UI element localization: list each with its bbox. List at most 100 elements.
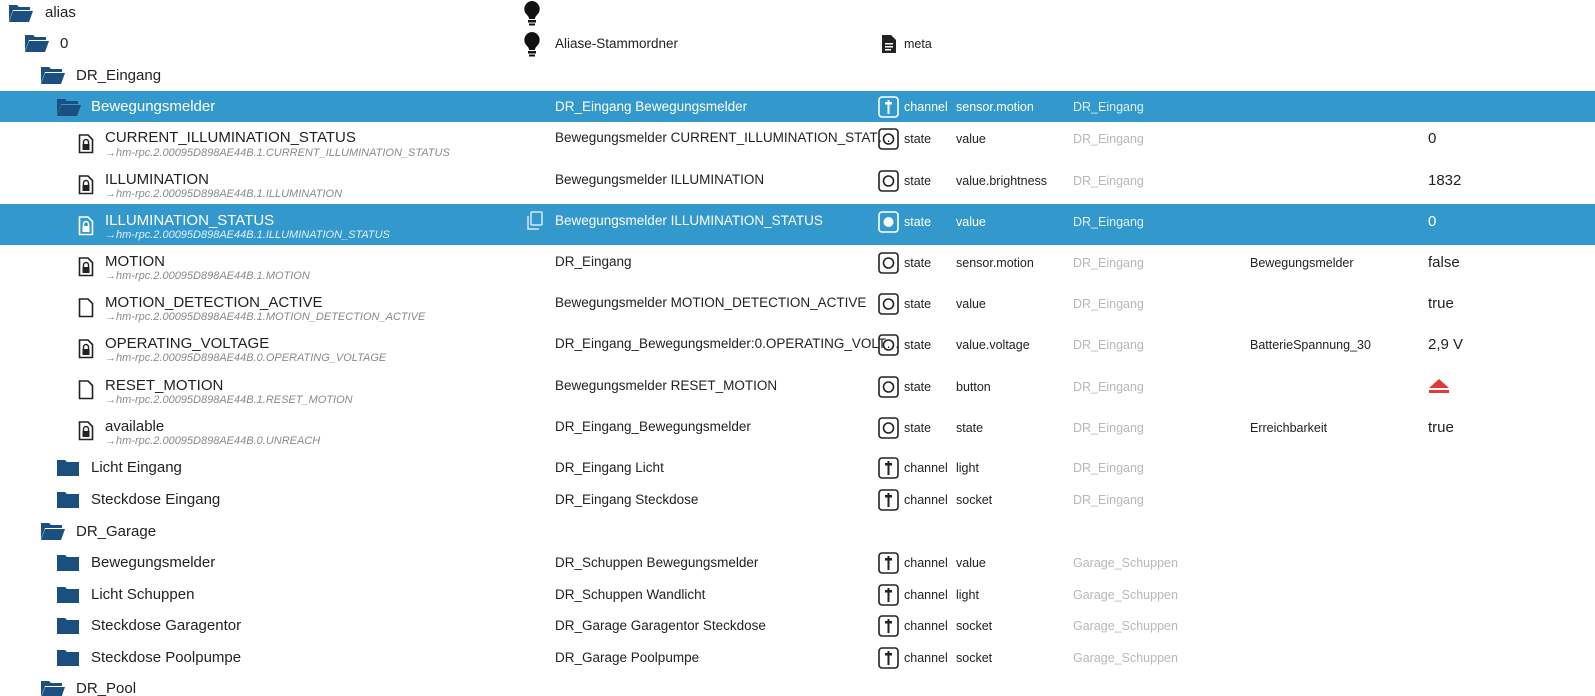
tree-row-illumination[interactable]: ILLUMINATION →hm-rpc.2.00095D898AE44B.1.… bbox=[0, 164, 1595, 204]
object-role: socket bbox=[956, 651, 993, 665]
object-title: Aliase-Stammordner bbox=[555, 36, 679, 51]
locked-file-icon bbox=[78, 421, 94, 441]
state-value[interactable]: false bbox=[1428, 254, 1460, 271]
channel-name: Steckdose Garagentor bbox=[91, 617, 242, 634]
object-room: Garage_Schuppen bbox=[1073, 588, 1178, 602]
tree-row-available[interactable]: available →hm-rpc.2.00095D898AE44B.0.UNR… bbox=[0, 410, 1595, 451]
object-type: channel bbox=[904, 619, 948, 633]
state-value[interactable]: true bbox=[1428, 419, 1454, 436]
object-room: DR_Eingang bbox=[1073, 493, 1144, 507]
state-icon bbox=[878, 252, 899, 274]
channel-name: Bewegungsmelder bbox=[91, 554, 216, 571]
object-function: Erreichbarkeit bbox=[1250, 421, 1328, 435]
object-type: channel bbox=[904, 651, 948, 665]
tree-row-operating-voltage[interactable]: OPERATING_VOLTAGE →hm-rpc.2.00095D898AE4… bbox=[0, 328, 1595, 368]
file-icon bbox=[882, 35, 896, 53]
state-name: MOTION bbox=[105, 253, 165, 270]
state-value[interactable]: 2,9 V bbox=[1428, 336, 1463, 353]
folder-name: DR_Garage bbox=[76, 523, 157, 540]
folder-name: DR_Eingang bbox=[76, 67, 162, 84]
state-name: MOTION_DETECTION_ACTIVE bbox=[105, 294, 323, 311]
object-title: DR_Garage Garagentor Steckdose bbox=[555, 618, 766, 633]
state-name: available bbox=[105, 418, 165, 435]
object-room: DR_Eingang bbox=[1073, 256, 1144, 270]
state-alias-source: →hm-rpc.2.00095D898AE44B.1.RESET_MOTION bbox=[105, 394, 353, 406]
tree-row-bewegungsmelder[interactable]: Bewegungsmelder DR_Eingang Bewegungsmeld… bbox=[0, 91, 1595, 122]
tree-row-licht-schuppen[interactable]: Licht Schuppen DR_Schuppen Wandlicht cha… bbox=[0, 579, 1595, 610]
object-room: DR_Eingang bbox=[1073, 421, 1144, 435]
object-room: DR_Eingang bbox=[1073, 174, 1144, 188]
tree-row-alias[interactable]: alias bbox=[0, 0, 1595, 26]
locked-file-icon bbox=[78, 175, 94, 195]
copy-icon[interactable] bbox=[526, 211, 544, 231]
folder-name: Bewegungsmelder bbox=[91, 98, 216, 115]
object-room: Garage_Schuppen bbox=[1073, 651, 1178, 665]
tree-row-licht-eingang[interactable]: Licht Eingang DR_Eingang Licht channel l… bbox=[0, 452, 1595, 483]
folder-icon[interactable] bbox=[56, 648, 80, 667]
folder-open-icon[interactable] bbox=[40, 65, 66, 85]
folder-name: DR_Pool bbox=[76, 680, 137, 696]
channel-name: Licht Eingang bbox=[91, 459, 182, 476]
folder-open-icon[interactable] bbox=[56, 97, 82, 117]
locked-file-icon bbox=[78, 134, 94, 154]
folder-open-icon[interactable] bbox=[40, 679, 66, 696]
folder-icon[interactable] bbox=[56, 585, 80, 604]
folder-open-icon[interactable] bbox=[8, 3, 34, 23]
eject-button-icon[interactable] bbox=[1428, 378, 1450, 394]
tree-row-steckdose-eingang[interactable]: Steckdose Eingang DR_Eingang Steckdose c… bbox=[0, 484, 1595, 515]
object-title: Bewegungsmelder MOTION_DETECTION_ACTIVE bbox=[555, 295, 867, 310]
state-value[interactable]: 1832 bbox=[1428, 172, 1461, 189]
object-title: DR_Schuppen Bewegungsmelder bbox=[555, 555, 759, 570]
file-icon bbox=[78, 380, 94, 400]
state-name: ILLUMINATION bbox=[105, 171, 209, 188]
object-function: BatterieSpannung_30 bbox=[1250, 338, 1371, 352]
state-alias-source: →hm-rpc.2.00095D898AE44B.1.ILLUMINATION bbox=[105, 188, 343, 200]
tree-row-bewegungsmelder-garage[interactable]: Bewegungsmelder DR_Schuppen Bewegungsmel… bbox=[0, 547, 1595, 578]
tree-row-dr-pool[interactable]: DR_Pool bbox=[0, 674, 1595, 696]
object-room: DR_Eingang bbox=[1073, 100, 1144, 114]
tree-row-illumination-status[interactable]: ILLUMINATION_STATUS →hm-rpc.2.00095D898A… bbox=[0, 204, 1595, 245]
object-title: DR_Eingang_Bewegungsmelder bbox=[555, 419, 751, 434]
object-role: value bbox=[956, 215, 986, 229]
folder-open-icon[interactable] bbox=[40, 521, 66, 541]
object-role: light bbox=[956, 461, 979, 475]
folder-icon[interactable] bbox=[56, 490, 80, 509]
object-title: Bewegungsmelder CURRENT_ILLUMINATION_STA… bbox=[555, 130, 892, 145]
tree-row-dr-garage[interactable]: DR_Garage bbox=[0, 516, 1595, 547]
folder-icon[interactable] bbox=[56, 553, 80, 572]
file-icon bbox=[78, 298, 94, 318]
object-title: Bewegungsmelder ILLUMINATION_STATUS bbox=[555, 213, 823, 228]
folder-icon[interactable] bbox=[56, 458, 80, 477]
state-name: OPERATING_VOLTAGE bbox=[105, 335, 270, 352]
tree-row-0[interactable]: 0 Aliase-Stammordner meta bbox=[0, 28, 1595, 59]
tree-row-steckdose-garagentor[interactable]: Steckdose Garagentor DR_Garage Garagento… bbox=[0, 610, 1595, 641]
object-type: state bbox=[904, 132, 932, 146]
object-room: DR_Eingang bbox=[1073, 132, 1144, 146]
object-room: Garage_Schuppen bbox=[1073, 556, 1178, 570]
tree-row-reset-motion[interactable]: RESET_MOTION →hm-rpc.2.00095D898AE44B.1.… bbox=[0, 369, 1595, 409]
object-type: channel bbox=[904, 556, 948, 570]
channel-name: Steckdose Eingang bbox=[91, 491, 221, 508]
object-title: DR_Eingang Steckdose bbox=[555, 492, 699, 507]
tree-row-current-illumination-status[interactable]: CURRENT_ILLUMINATION_STATUS →hm-rpc.2.00… bbox=[0, 123, 1595, 163]
state-value[interactable]: true bbox=[1428, 295, 1454, 312]
tree-row-motion-detection-active[interactable]: MOTION_DETECTION_ACTIVE →hm-rpc.2.00095D… bbox=[0, 287, 1595, 327]
lightbulb-icon bbox=[524, 32, 540, 57]
state-alias-source: →hm-rpc.2.00095D898AE44B.1.MOTION bbox=[105, 270, 310, 282]
object-type: channel bbox=[904, 493, 948, 507]
tree-row-motion[interactable]: MOTION →hm-rpc.2.00095D898AE44B.1.MOTION… bbox=[0, 246, 1595, 286]
folder-name: 0 bbox=[60, 35, 69, 52]
tree-row-dr-eingang[interactable]: DR_Eingang bbox=[0, 60, 1595, 91]
lightbulb-icon bbox=[524, 1, 540, 26]
folder-open-icon[interactable] bbox=[24, 33, 50, 53]
folder-name: alias bbox=[45, 4, 76, 21]
state-value[interactable]: 0 bbox=[1428, 213, 1436, 230]
object-role: value bbox=[956, 556, 986, 570]
state-icon bbox=[878, 334, 899, 356]
folder-icon[interactable] bbox=[56, 616, 80, 635]
tree-row-steckdose-poolpumpe[interactable]: Steckdose Poolpumpe DR_Garage Poolpumpe … bbox=[0, 642, 1595, 673]
state-value[interactable]: 0 bbox=[1428, 130, 1436, 147]
channel-icon bbox=[878, 552, 899, 574]
object-type: channel bbox=[904, 461, 948, 475]
object-title: DR_Eingang_Bewegungsmelder:0.OPERATING_V… bbox=[555, 336, 900, 351]
